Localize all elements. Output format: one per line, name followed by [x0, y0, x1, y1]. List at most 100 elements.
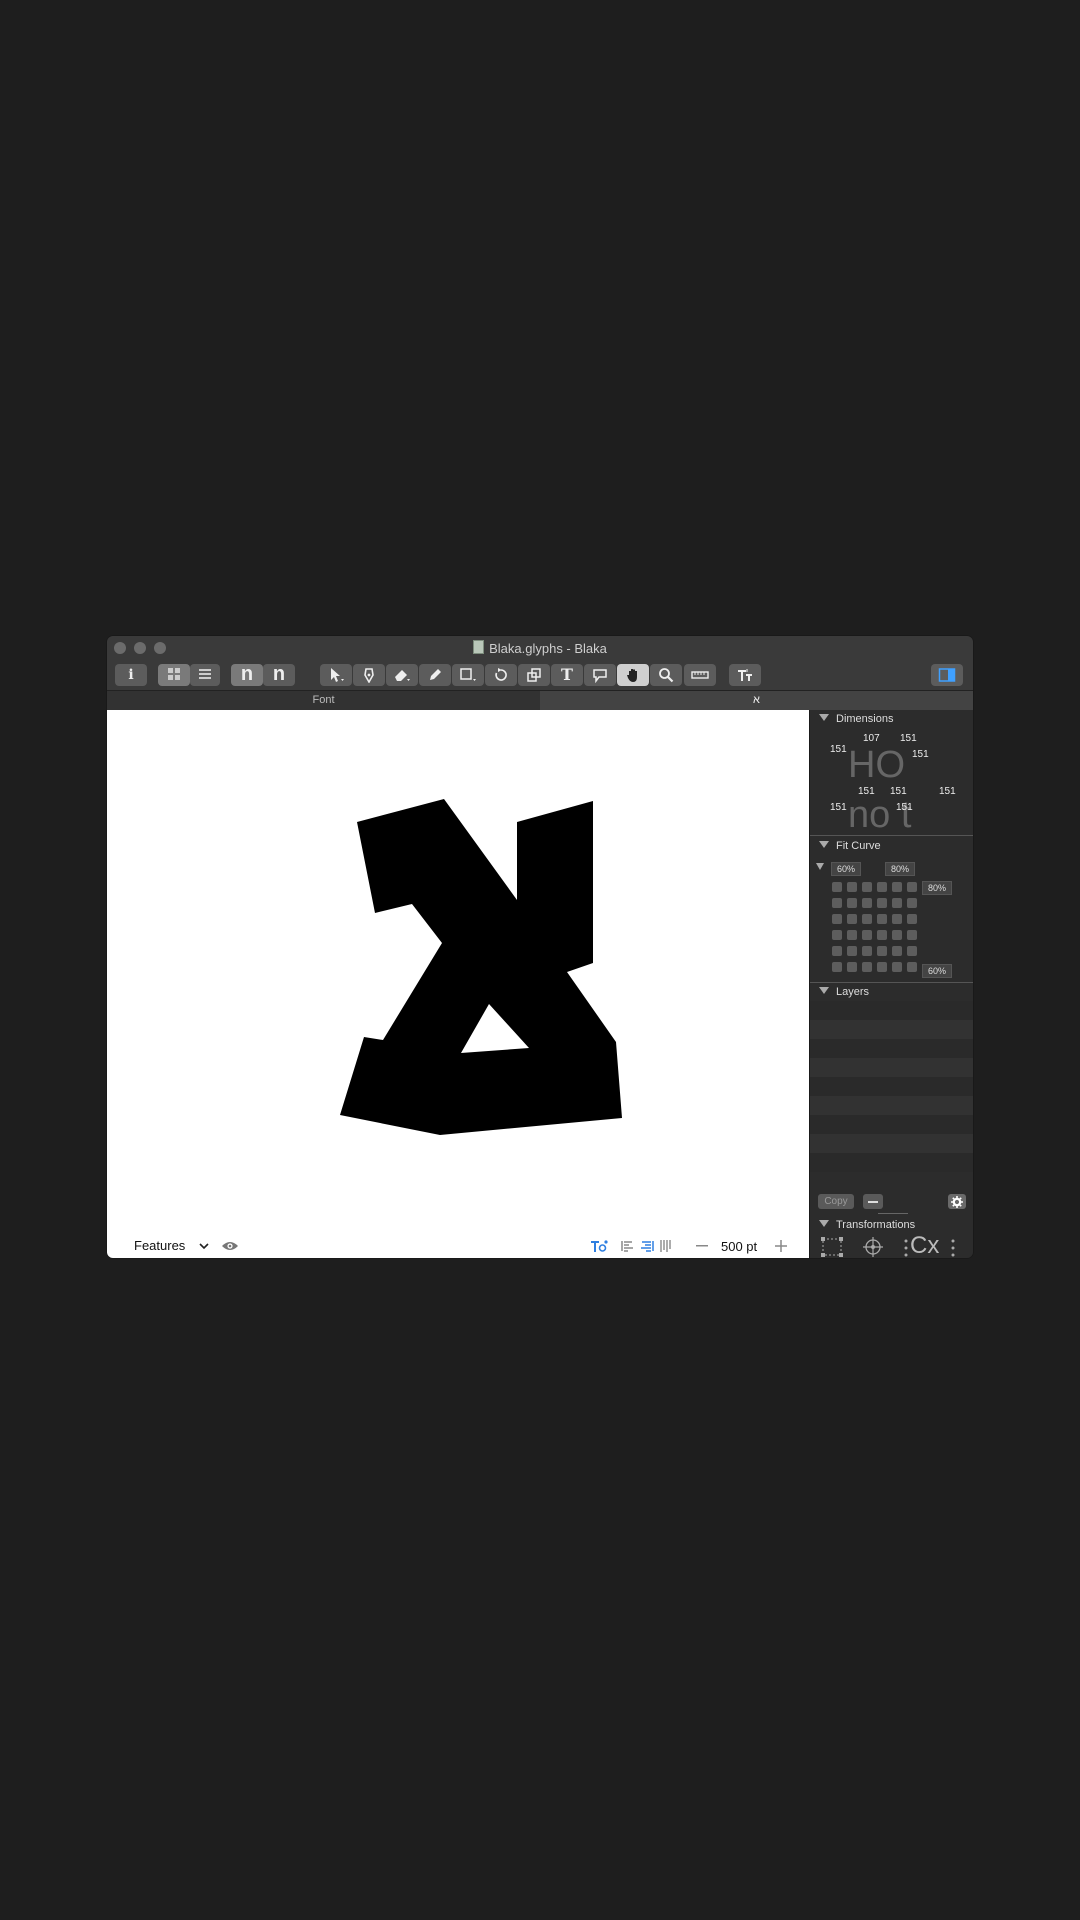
fit-curve-right-top-field[interactable]: 80% [922, 881, 952, 895]
layer-row[interactable] [810, 1115, 973, 1134]
font-preview-n-button[interactable]: n [231, 664, 263, 686]
layer-row[interactable] [810, 1153, 973, 1172]
disclosure-triangle-icon[interactable] [819, 841, 829, 848]
resize-handle[interactable] [878, 1213, 908, 1214]
layers-header[interactable]: Layers [810, 983, 973, 1001]
fit-curve-preset[interactable] [832, 930, 842, 940]
fit-curve-preset[interactable] [862, 914, 872, 924]
primitives-tool-button[interactable] [452, 664, 484, 686]
dimension-value[interactable]: 151 [858, 786, 875, 797]
annotation-tool-button[interactable] [584, 664, 616, 686]
dimensions-header[interactable]: Dimensions [810, 710, 973, 728]
fit-curve-preset[interactable] [832, 962, 842, 972]
align-left-icon[interactable] [621, 1240, 635, 1252]
dimension-value[interactable]: 151 [830, 744, 847, 755]
font-outline-n-button[interactable]: n [263, 664, 295, 686]
measure-tool-button[interactable] [684, 664, 716, 686]
zoom-tool-button[interactable] [650, 664, 682, 686]
fit-curve-max-field[interactable]: 80% [885, 862, 915, 876]
disclosure-triangle-icon[interactable] [819, 1220, 829, 1227]
bounding-box-icon[interactable] [820, 1236, 844, 1258]
fit-curve-preset[interactable] [862, 930, 872, 940]
transformations-cx-label[interactable]: Cx [910, 1232, 939, 1258]
fit-curve-preset[interactable] [862, 882, 872, 892]
fit-curve-preset[interactable] [892, 946, 902, 956]
fit-curve-preset[interactable] [847, 882, 857, 892]
fit-curve-preset[interactable] [847, 914, 857, 924]
fit-curve-preset[interactable] [892, 898, 902, 908]
scale-tool-button[interactable] [518, 664, 550, 686]
dimension-value[interactable]: 151 [890, 786, 907, 797]
fit-curve-preset[interactable] [892, 930, 902, 940]
fit-curve-preset[interactable] [907, 882, 917, 892]
hand-tool-button[interactable] [617, 664, 649, 686]
layer-row[interactable] [810, 1039, 973, 1058]
fit-curve-preset[interactable] [877, 898, 887, 908]
eraser-tool-button[interactable] [386, 664, 418, 686]
features-popup[interactable]: Features [134, 1238, 185, 1253]
origin-crosshair-icon[interactable] [861, 1236, 885, 1258]
fit-curve-header[interactable]: Fit Curve [810, 837, 973, 855]
fit-curve-preset[interactable] [862, 962, 872, 972]
toggle-sidebar-button[interactable] [931, 664, 963, 686]
fit-curve-preset[interactable] [847, 898, 857, 908]
text-tool-button[interactable]: T [551, 664, 583, 686]
fit-curve-preset[interactable] [907, 962, 917, 972]
increase-size-icon[interactable] [775, 1240, 787, 1252]
edit-canvas[interactable]: Features 500 pt [107, 710, 809, 1258]
fit-curve-preset[interactable] [862, 946, 872, 956]
tab-glyph-alef[interactable]: א [540, 691, 973, 710]
decrease-size-icon[interactable] [696, 1245, 708, 1247]
fit-curve-right-bottom-field[interactable]: 60% [922, 964, 952, 978]
fit-curve-preset[interactable] [832, 946, 842, 956]
transformations-header[interactable]: Transformations [810, 1216, 973, 1234]
dimension-value[interactable]: 151 [896, 802, 913, 813]
copy-layer-button[interactable]: Copy [818, 1194, 854, 1209]
layer-row[interactable] [810, 1096, 973, 1115]
layer-row[interactable] [810, 1058, 973, 1077]
fit-curve-preset[interactable] [892, 914, 902, 924]
layer-row[interactable] [810, 1020, 973, 1039]
fit-curve-preset[interactable] [877, 962, 887, 972]
list-view-button[interactable] [190, 664, 220, 686]
pencil-tool-button[interactable] [419, 664, 451, 686]
eye-icon[interactable] [221, 1240, 239, 1252]
text-direction-icon[interactable] [590, 1239, 608, 1253]
fit-curve-preset[interactable] [907, 898, 917, 908]
select-tool-button[interactable] [320, 664, 352, 686]
disclosure-triangle-icon[interactable] [816, 863, 824, 870]
draw-tool-button[interactable] [353, 664, 385, 686]
dimension-value[interactable]: 107 [863, 733, 880, 744]
dimension-value[interactable]: 151 [939, 786, 956, 797]
dimension-value[interactable]: 151 [912, 749, 929, 760]
dimension-value[interactable]: 151 [830, 802, 847, 813]
fit-curve-preset[interactable] [907, 914, 917, 924]
tab-font[interactable]: Font [107, 691, 540, 710]
info-button[interactable]: i [115, 664, 147, 686]
fit-curve-preset[interactable] [862, 898, 872, 908]
disclosure-triangle-icon[interactable] [819, 714, 829, 721]
rotate-tool-button[interactable] [485, 664, 517, 686]
fit-curve-preset[interactable] [892, 962, 902, 972]
fit-curve-preset[interactable] [832, 898, 842, 908]
fit-curve-min-field[interactable]: 60% [831, 862, 861, 876]
fit-curve-preset[interactable] [892, 882, 902, 892]
fit-curve-preset[interactable] [907, 930, 917, 940]
fit-curve-preset[interactable] [877, 914, 887, 924]
align-right-icon[interactable] [640, 1240, 654, 1252]
fit-curve-preset[interactable] [877, 946, 887, 956]
justify-columns-icon[interactable] [659, 1239, 673, 1253]
fit-curve-preset[interactable] [832, 914, 842, 924]
fit-curve-preset[interactable] [832, 882, 842, 892]
layer-row[interactable] [810, 1134, 973, 1153]
chevron-down-icon[interactable] [199, 1242, 209, 1250]
kerning-tool-button[interactable] [729, 664, 761, 686]
layer-options-button[interactable] [948, 1194, 966, 1209]
disclosure-triangle-icon[interactable] [819, 987, 829, 994]
fit-curve-preset[interactable] [847, 962, 857, 972]
layer-row[interactable] [810, 1077, 973, 1096]
dimension-value[interactable]: 151 [900, 733, 917, 744]
fit-curve-preset[interactable] [847, 946, 857, 956]
fit-curve-preset[interactable] [877, 882, 887, 892]
layer-row[interactable] [810, 1001, 973, 1020]
